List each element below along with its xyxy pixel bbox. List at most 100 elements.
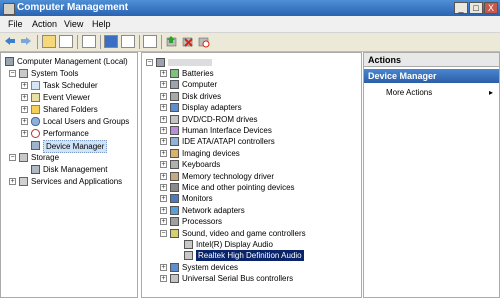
services-icon — [19, 177, 28, 186]
expand-icon[interactable]: + — [160, 138, 167, 146]
expand-icon[interactable]: + — [160, 263, 167, 271]
device-category-icon — [170, 137, 179, 147]
properties-icon[interactable] — [82, 35, 96, 48]
minimize-button[interactable]: _ — [454, 2, 468, 14]
device-category-icon — [170, 262, 179, 272]
update-driver-icon[interactable] — [165, 35, 179, 48]
folder-icon — [31, 105, 40, 114]
expand-icon[interactable]: + — [160, 172, 167, 180]
expand-icon[interactable]: + — [160, 92, 167, 100]
show-hide-tree-icon[interactable] — [59, 35, 73, 48]
back-icon[interactable] — [3, 35, 17, 48]
menu-action[interactable]: Action — [32, 19, 57, 29]
menu-help[interactable]: Help — [92, 19, 111, 29]
expand-icon[interactable]: + — [160, 206, 167, 214]
device-category-icon — [170, 126, 179, 135]
device-manager-icon — [31, 141, 40, 150]
device-category-icon — [170, 80, 179, 90]
help-icon[interactable] — [104, 35, 118, 48]
toolbar-separator — [77, 35, 78, 49]
maximize-button[interactable]: □ — [469, 2, 483, 14]
scan-hardware-icon[interactable] — [143, 35, 157, 48]
computer-name-blurred — [168, 59, 212, 66]
device-category-label: System devices — [182, 262, 239, 272]
device-category-icon — [170, 69, 179, 78]
actions-pane: Actions Device Manager More Actions ▸ — [363, 52, 500, 298]
expand-icon[interactable]: + — [160, 115, 167, 123]
device-category-label: Mice and other pointing devices — [182, 183, 295, 192]
disable-icon[interactable] — [197, 35, 211, 48]
toolbar — [0, 33, 500, 52]
device-category-label: Universal Serial Bus controllers — [182, 274, 294, 284]
expand-icon[interactable]: + — [21, 106, 28, 113]
device-category-label: Sound, video and game controllers — [182, 228, 306, 238]
storage-icon — [19, 153, 28, 162]
forward-icon[interactable] — [19, 35, 33, 48]
actions-header: Actions — [364, 53, 499, 67]
device-category-icon — [170, 205, 179, 215]
device-category-icon — [170, 160, 179, 170]
expand-icon[interactable]: + — [21, 82, 28, 89]
expand-icon[interactable]: + — [160, 81, 167, 89]
computer-icon — [156, 58, 165, 67]
device-item-label: Intel(R) Display Audio — [196, 240, 273, 249]
expand-icon[interactable]: + — [160, 275, 167, 283]
device-category-icon — [170, 148, 179, 158]
device-category-label: Display adapters — [182, 103, 242, 113]
device-category-icon — [170, 183, 179, 192]
toolbar-separator — [100, 35, 101, 49]
chevron-right-icon[interactable]: ▸ — [489, 88, 493, 97]
expand-icon[interactable]: + — [160, 195, 167, 203]
clock-icon — [31, 81, 40, 90]
menu-bar: File Action View Help — [0, 16, 500, 33]
event-viewer-icon — [31, 93, 40, 102]
expand-icon[interactable]: + — [21, 94, 28, 101]
tools-icon — [19, 69, 28, 78]
expand-icon[interactable]: + — [160, 149, 167, 157]
speaker-icon — [184, 251, 193, 261]
collapse-icon[interactable]: − — [9, 70, 16, 77]
disk-icon — [31, 165, 40, 174]
expand-icon[interactable]: + — [160, 184, 167, 191]
menu-view[interactable]: View — [64, 19, 83, 29]
expand-icon[interactable]: + — [9, 178, 16, 185]
uninstall-icon[interactable] — [181, 35, 195, 48]
expand-icon[interactable]: + — [21, 130, 28, 137]
title-bar: Computer Management _ □ X — [0, 0, 500, 16]
device-category-label: Memory technology driver — [182, 171, 275, 181]
device-category-label: DVD/CD-ROM drives — [182, 114, 258, 124]
collapse-icon[interactable]: − — [160, 229, 167, 237]
expand-icon[interactable]: + — [160, 127, 167, 134]
device-category-label: Computer — [182, 80, 218, 90]
expand-icon[interactable]: + — [160, 218, 167, 226]
device-category-icon — [170, 91, 179, 101]
toolbar-separator — [161, 35, 162, 49]
speaker-icon — [184, 240, 193, 249]
device-category-icon — [170, 217, 179, 227]
computer-icon — [5, 57, 14, 66]
menu-file[interactable]: File — [8, 19, 23, 29]
device-category-label: Batteries — [182, 69, 214, 78]
device-category-icon — [170, 171, 179, 181]
device-category-label: Monitors — [182, 194, 213, 204]
device-category-icon — [170, 114, 179, 124]
close-button[interactable]: X — [484, 2, 498, 14]
expand-icon[interactable]: + — [21, 118, 28, 125]
expand-icon[interactable]: + — [160, 104, 167, 112]
up-icon[interactable] — [42, 35, 56, 48]
actions-section-device-manager[interactable]: Device Manager — [364, 69, 499, 83]
device-category-icon — [170, 228, 179, 238]
collapse-icon[interactable]: − — [146, 59, 153, 66]
expand-icon[interactable]: + — [160, 70, 167, 77]
device-tree[interactable]: − + Batteries + Computer + Disk drives + Displa… — [141, 52, 362, 298]
device-category-label: Disk drives — [182, 91, 222, 101]
collapse-icon[interactable]: − — [9, 154, 16, 161]
device-category-label: IDE ATA/ATAPI controllers — [182, 137, 275, 147]
expand-icon[interactable]: + — [160, 161, 167, 169]
device-category-label: Imaging devices — [182, 148, 240, 158]
view-icon[interactable] — [121, 35, 135, 48]
device-category-label: Keyboards — [182, 160, 221, 170]
more-actions-link[interactable]: More Actions — [386, 88, 432, 97]
users-icon — [31, 117, 40, 126]
console-tree[interactable]: Computer Management (Local) − System Too… — [0, 52, 138, 298]
